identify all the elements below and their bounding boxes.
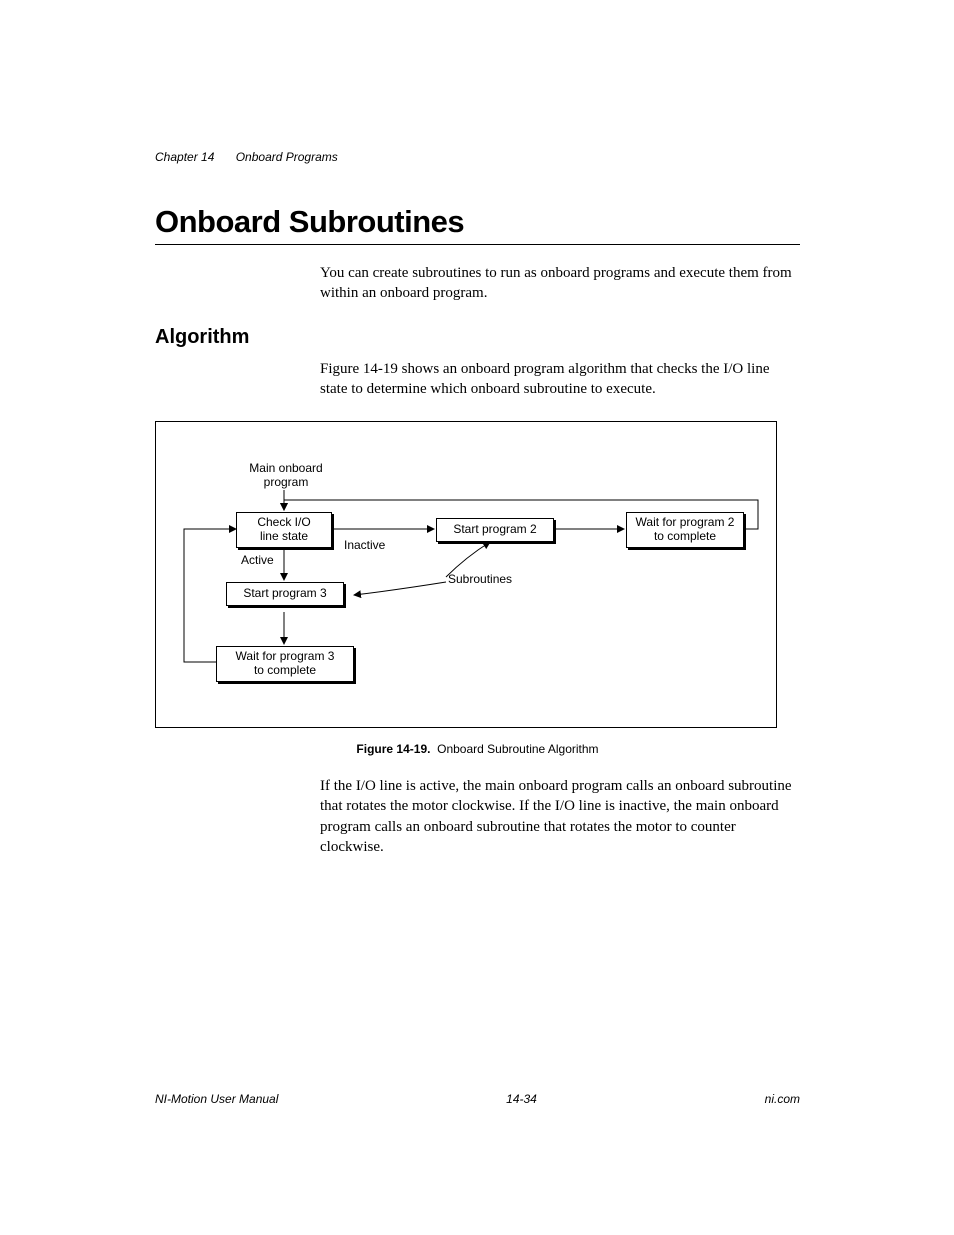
flowchart-box-start-2: Start program 2 xyxy=(436,518,554,542)
figure-caption-text: Onboard Subroutine Algorithm xyxy=(437,742,598,756)
flowchart-label-subroutines: Subroutines xyxy=(448,573,512,587)
page-title: Onboard Subroutines xyxy=(155,204,800,240)
footer-center: 14-34 xyxy=(506,1092,537,1106)
figure-flowchart: Main onboardprogram Check I/Oline state … xyxy=(155,421,777,728)
chapter-title: Onboard Programs xyxy=(236,150,338,164)
intro-paragraph: You can create subroutines to run as onb… xyxy=(320,263,800,304)
flowchart-box-wait-2: Wait for program 2to complete xyxy=(626,512,744,548)
flowchart-box-start-3: Start program 3 xyxy=(226,582,344,606)
flowchart-box-check-io: Check I/Oline state xyxy=(236,512,332,548)
flowchart-box-wait-3: Wait for program 3to complete xyxy=(216,646,354,682)
page-footer: NI-Motion User Manual 14-34 ni.com xyxy=(155,1092,800,1106)
title-rule xyxy=(155,244,800,245)
flowchart-label-active: Active xyxy=(241,554,274,568)
footer-left: NI-Motion User Manual xyxy=(155,1092,278,1106)
algorithm-heading: Algorithm xyxy=(155,326,800,349)
flowchart-label-main: Main onboardprogram xyxy=(241,462,331,490)
after-figure-paragraph: If the I/O line is active, the main onbo… xyxy=(320,776,800,857)
footer-right: ni.com xyxy=(765,1092,800,1106)
algorithm-intro: Figure 14-19 shows an onboard program al… xyxy=(320,359,800,400)
figure-caption: Figure 14-19. Onboard Subroutine Algorit… xyxy=(155,742,800,756)
chapter-number: Chapter 14 xyxy=(155,150,214,164)
flowchart-label-inactive: Inactive xyxy=(344,539,385,553)
chapter-header: Chapter 14 Onboard Programs xyxy=(155,150,800,164)
figure-number: Figure 14-19. xyxy=(356,742,430,756)
